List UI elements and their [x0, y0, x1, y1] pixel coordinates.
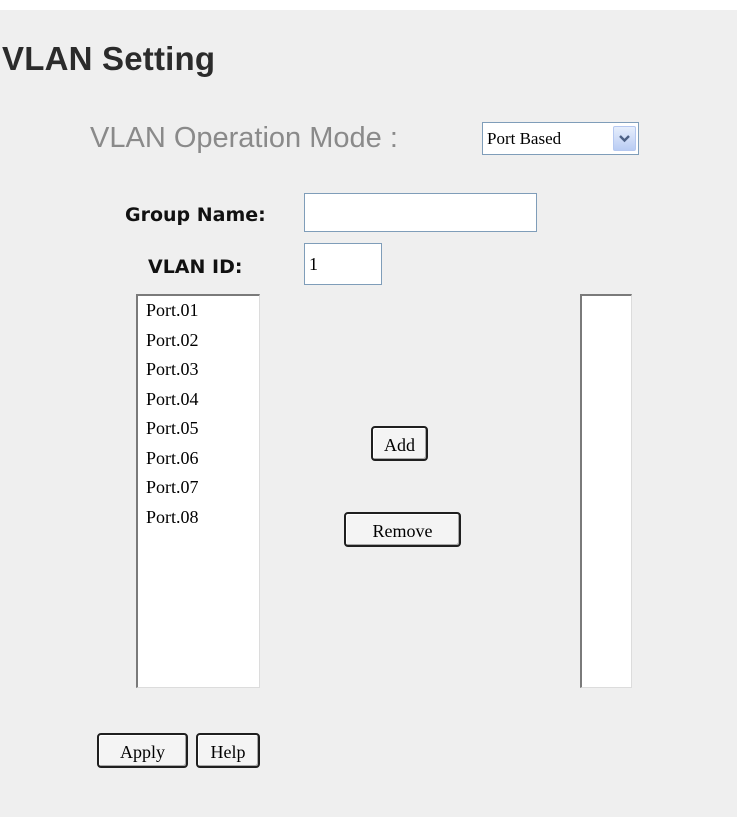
group-name-input[interactable]: [304, 193, 537, 232]
group-name-label: Group Name:: [125, 204, 266, 226]
port-option[interactable]: Port.07: [138, 473, 259, 503]
member-ports-list[interactable]: [580, 294, 632, 688]
port-option[interactable]: Port.08: [138, 503, 259, 533]
help-button[interactable]: Help: [196, 733, 260, 768]
port-option[interactable]: Port.02: [138, 326, 259, 356]
vlan-id-input[interactable]: [304, 243, 382, 285]
port-option[interactable]: Port.06: [138, 444, 259, 474]
port-option[interactable]: Port.04: [138, 385, 259, 415]
chevron-down-icon: [619, 135, 630, 143]
add-button[interactable]: Add: [371, 426, 428, 461]
operation-mode-value: Port Based: [487, 129, 562, 148]
vlan-setting-panel: VLAN Setting VLAN Operation Mode : Port …: [0, 10, 737, 817]
remove-button[interactable]: Remove: [344, 512, 461, 547]
operation-mode-select[interactable]: Port Based: [482, 122, 639, 155]
available-ports-list[interactable]: Port.01 Port.02 Port.03 Port.04 Port.05 Port.…: [136, 294, 260, 688]
port-option[interactable]: Port.03: [138, 355, 259, 385]
apply-button[interactable]: Apply: [97, 733, 188, 768]
port-option[interactable]: Port.05: [138, 414, 259, 444]
dropdown-button[interactable]: [613, 126, 636, 151]
vlan-id-label: VLAN ID:: [148, 256, 243, 278]
operation-mode-label: VLAN Operation Mode :: [90, 122, 398, 154]
page-title: VLAN Setting: [2, 40, 216, 77]
port-option[interactable]: Port.01: [138, 296, 259, 326]
